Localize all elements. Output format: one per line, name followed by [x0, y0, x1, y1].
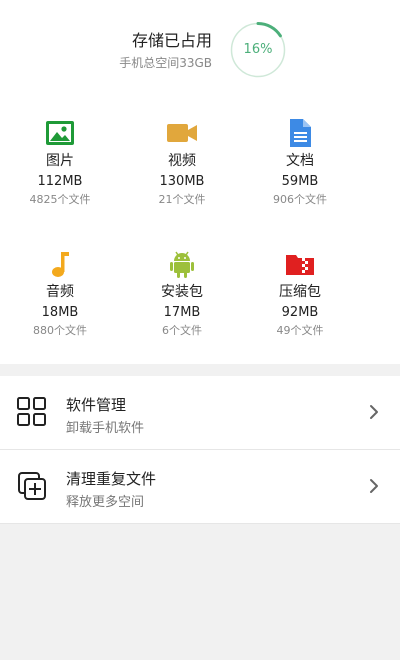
category-documents[interactable]: 文档 59MB 906个文件: [240, 118, 360, 207]
category-grid: 图片 112MB 4825个文件 视频 130MB 21个文件 文档 59MB …: [0, 118, 400, 380]
category-count: 4825个文件: [29, 193, 91, 206]
zip-icon: [285, 249, 315, 279]
list-item-subtitle: 卸载手机软件: [66, 421, 145, 436]
storage-title: 存储已占用: [131, 31, 212, 50]
category-name: 安装包: [161, 284, 203, 300]
storage-overview-panel: 存储已占用 手机总空间33GB 16% 图片 112MB 4825个文件 视频 …: [0, 0, 400, 364]
category-size: 92MB: [281, 305, 319, 320]
category-name: 音频: [46, 284, 74, 300]
category-name: 文档: [286, 153, 314, 169]
category-apks[interactable]: 安装包 17MB 6个文件: [122, 249, 242, 338]
document-icon: [285, 118, 315, 148]
tools-list: 软件管理 卸载手机软件 清理重复文件 释放更多空间: [0, 376, 400, 524]
category-size: 112MB: [37, 174, 83, 189]
apps-grid-icon: [16, 396, 48, 428]
category-name: 图片: [46, 153, 74, 169]
storage-summary: 存储已占用 手机总空间33GB 16%: [0, 0, 400, 100]
category-row: 图片 112MB 4825个文件 视频 130MB 21个文件 文档 59MB …: [0, 118, 400, 249]
chevron-right-icon: [368, 403, 380, 421]
category-count: 6个文件: [162, 324, 202, 337]
image-icon: [45, 118, 75, 148]
list-item-title: 软件管理: [66, 396, 127, 414]
list-item-subtitle: 释放更多空间: [66, 495, 145, 510]
category-size: 130MB: [159, 174, 205, 189]
list-item-title: 清理重复文件: [66, 470, 157, 488]
category-archives[interactable]: 压缩包 92MB 49个文件: [240, 249, 360, 338]
category-videos[interactable]: 视频 130MB 21个文件: [122, 118, 242, 207]
android-icon: [167, 249, 197, 279]
category-name: 视频: [168, 153, 196, 169]
category-audio[interactable]: 音频 18MB 880个文件: [0, 249, 120, 338]
list-item-clean-duplicates[interactable]: 清理重复文件 释放更多空间: [0, 450, 400, 524]
storage-text: 存储已占用 手机总空间33GB: [119, 30, 212, 71]
category-size: 59MB: [281, 174, 319, 189]
chevron-right-icon: [368, 477, 380, 495]
duplicate-add-icon: [16, 470, 48, 502]
category-count: 21个文件: [158, 193, 206, 206]
category-name: 压缩包: [279, 284, 321, 300]
category-count: 880个文件: [33, 324, 87, 337]
category-count: 49个文件: [276, 324, 324, 337]
category-images[interactable]: 图片 112MB 4825个文件: [0, 118, 120, 207]
video-icon: [167, 118, 197, 148]
music-icon: [45, 249, 75, 279]
category-row: 音频 18MB 880个文件 安装包 17MB 6个文件 压缩包 92MB 49…: [0, 249, 400, 380]
storage-total: 手机总空间33GB: [119, 56, 212, 70]
category-size: 17MB: [163, 305, 201, 320]
storage-percent: 16%: [243, 42, 273, 57]
storage-gauge: 16%: [230, 22, 286, 78]
list-item-app-manager[interactable]: 软件管理 卸载手机软件: [0, 376, 400, 450]
category-size: 18MB: [41, 305, 79, 320]
category-count: 906个文件: [273, 193, 327, 206]
